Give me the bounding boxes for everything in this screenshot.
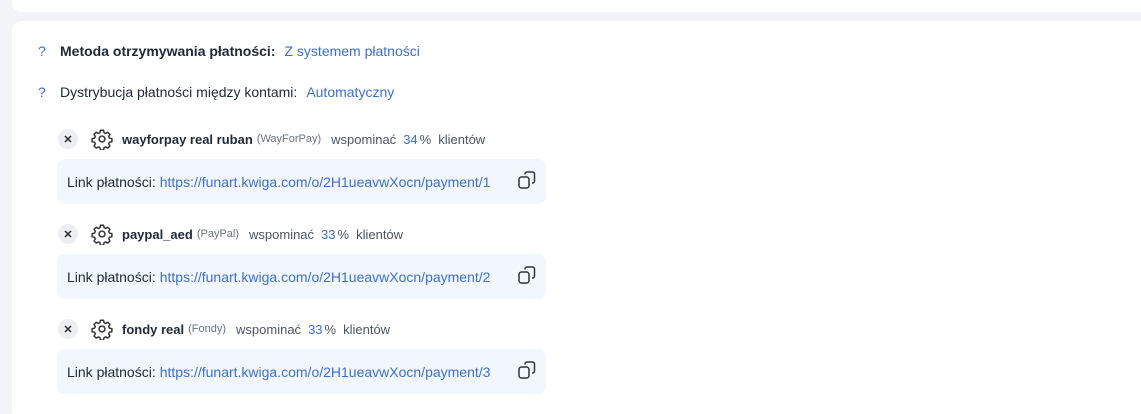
gateway-type: (Fondy) <box>188 323 227 335</box>
mention-label: wspominać <box>249 226 315 242</box>
copy-icon[interactable] <box>517 170 537 190</box>
gateway-type: (WayForPay) <box>256 133 322 145</box>
mention-label: wspominać <box>331 131 397 147</box>
copy-icon[interactable] <box>517 265 537 285</box>
percent-input[interactable]: 33 <box>321 227 335 242</box>
payment-link-url[interactable]: https://funart.kwiga.com/o/2H1ueavwXocn/… <box>160 364 491 380</box>
gateway-row: ✕ paypal_aed (PayPal) wspominać 33 % kli… <box>58 221 403 247</box>
payment-distribution-value[interactable]: Automatyczny <box>306 84 394 100</box>
close-icon[interactable]: ✕ <box>58 224 78 244</box>
gateway-type: (PayPal) <box>196 228 240 240</box>
gear-icon[interactable] <box>91 128 113 150</box>
help-icon[interactable]: ? <box>38 84 60 100</box>
payment-link-label: Link płatności: <box>67 363 156 380</box>
payment-link-label: Link płatności: <box>67 268 156 285</box>
percent-input[interactable]: 33 <box>308 322 322 337</box>
gateway-name: fondy real <box>122 321 185 337</box>
clients-label: klientów <box>343 321 391 337</box>
payment-link-box: Link płatności: https://funart.kwiga.com… <box>57 254 546 299</box>
copy-icon[interactable] <box>517 360 537 380</box>
percent-sign: % <box>419 131 432 147</box>
payment-method-value[interactable]: Z systemem płatności <box>284 43 419 59</box>
help-icon[interactable]: ? <box>38 43 60 59</box>
payment-method-label: Metoda otrzymywania płatności: <box>60 43 276 59</box>
payment-link-box: Link płatności: https://funart.kwiga.com… <box>57 159 546 204</box>
payment-link-box: Link płatności: https://funart.kwiga.com… <box>57 349 546 394</box>
percent-sign: % <box>337 226 350 242</box>
gateway-row: ✕ wayforpay real ruban (WayForPay) wspom… <box>58 126 485 152</box>
payment-link-label: Link płatności: <box>67 173 156 190</box>
payment-distribution-label: Dystrybucja płatności między kontami: <box>60 84 298 100</box>
gateway-name: wayforpay real ruban <box>122 131 253 147</box>
previous-card <box>12 0 1141 12</box>
clients-label: klientów <box>356 226 404 242</box>
clients-label: klientów <box>438 131 486 147</box>
close-icon[interactable]: ✕ <box>58 129 78 149</box>
payment-method-row: ? Metoda otrzymywania płatności: Z syste… <box>38 43 420 59</box>
gear-icon[interactable] <box>91 318 113 340</box>
payment-link-url[interactable]: https://funart.kwiga.com/o/2H1ueavwXocn/… <box>160 269 491 285</box>
gateway-name: paypal_aed <box>122 226 193 242</box>
percent-sign: % <box>324 321 337 337</box>
gear-icon[interactable] <box>91 223 113 245</box>
gateway-row: ✕ fondy real (Fondy) wspominać 33 % klie… <box>58 316 390 342</box>
payment-distribution-row: ? Dystrybucja płatności między kontami: … <box>38 84 394 100</box>
percent-input[interactable]: 34 <box>403 132 417 147</box>
close-icon[interactable]: ✕ <box>58 319 78 339</box>
mention-label: wspominać <box>236 321 302 337</box>
payment-link-url[interactable]: https://funart.kwiga.com/o/2H1ueavwXocn/… <box>160 174 491 190</box>
